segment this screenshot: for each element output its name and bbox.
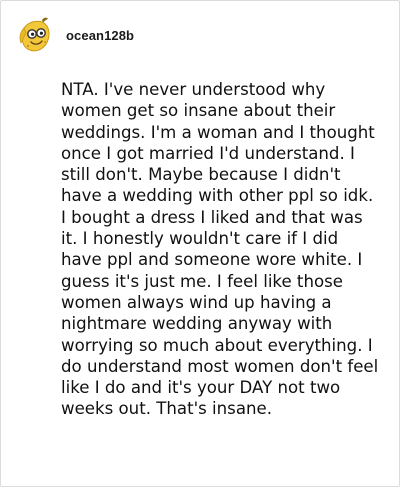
- username[interactable]: ocean128b: [66, 28, 134, 43]
- banana-avatar-icon[interactable]: [16, 16, 54, 54]
- comment-header: ocean128b: [16, 13, 134, 57]
- comment-text: NTA. I've never understood why women get…: [61, 80, 379, 419]
- comment-card: ocean128b NTA. I've never understood why…: [0, 0, 400, 487]
